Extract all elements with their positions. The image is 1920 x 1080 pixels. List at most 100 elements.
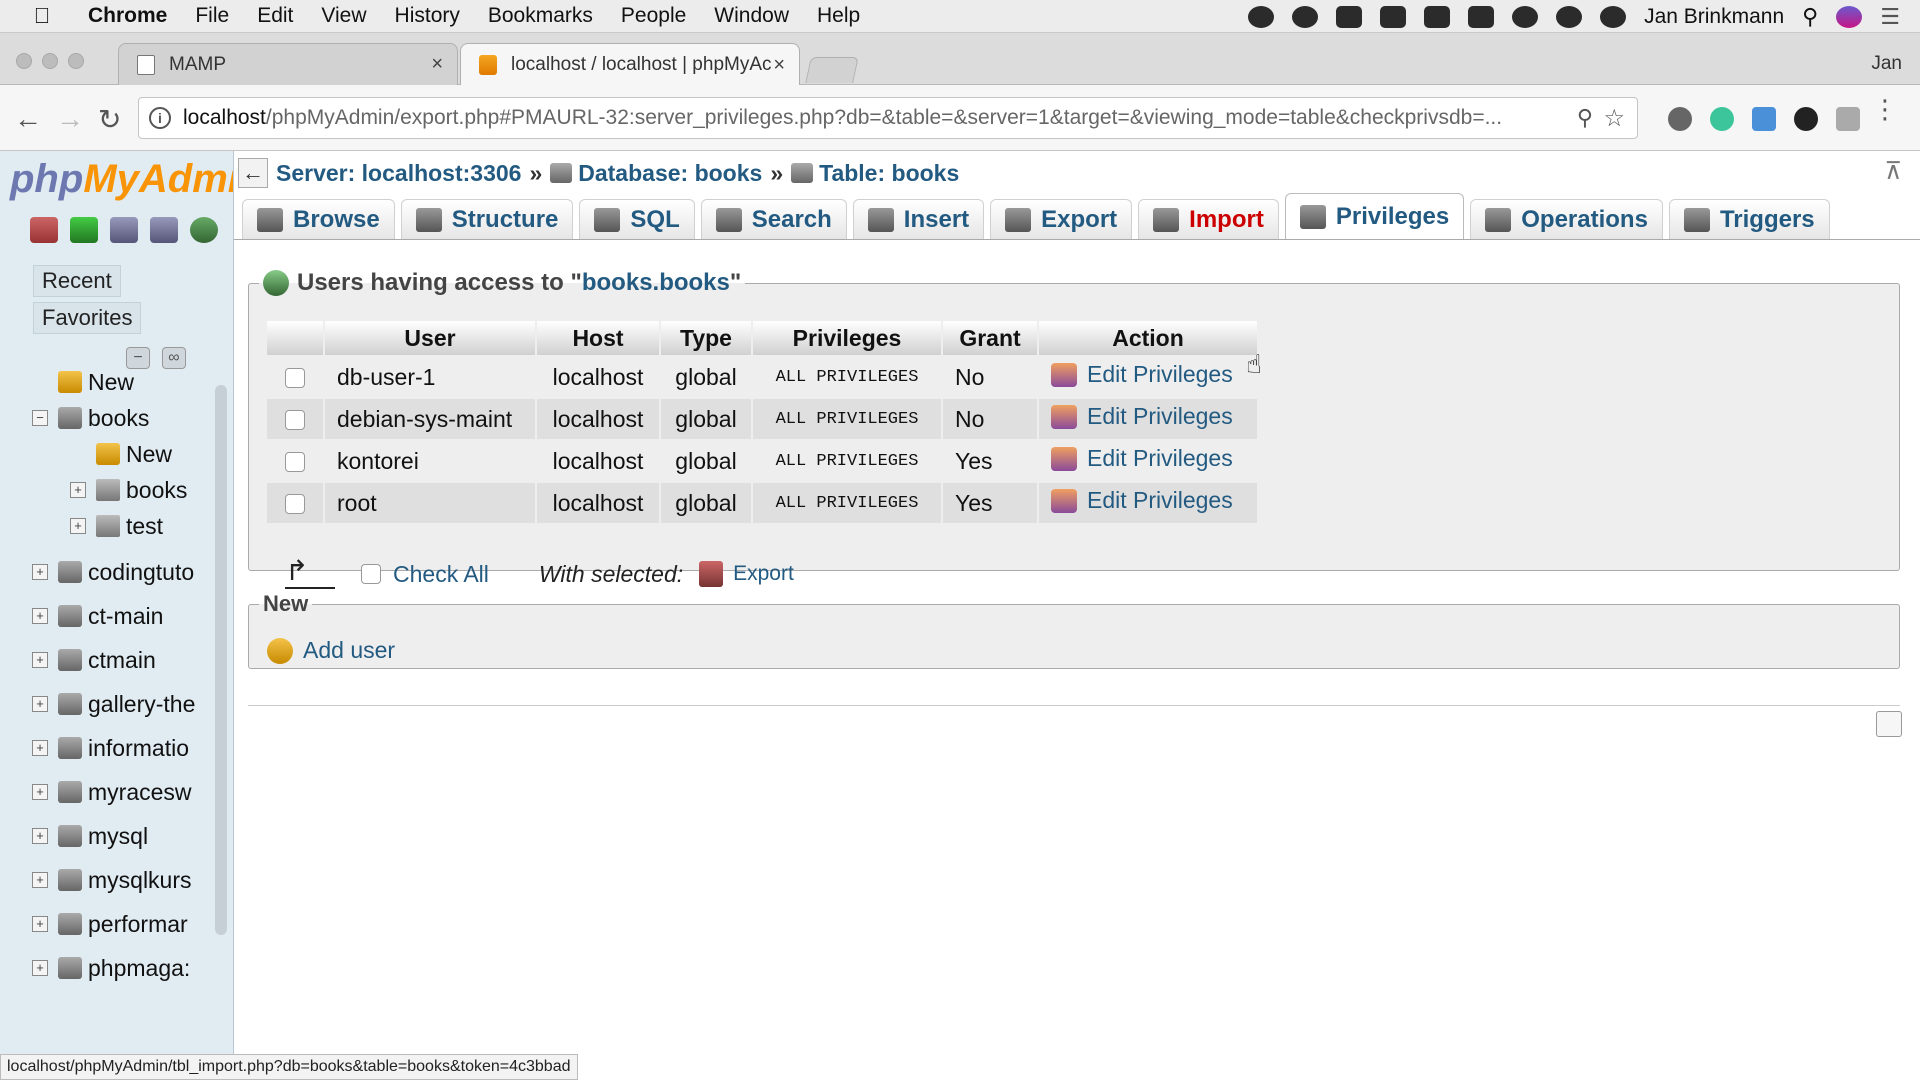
tab-privileges[interactable]: Privileges bbox=[1284, 193, 1465, 239]
sidebar-tree-item[interactable]: New bbox=[32, 365, 134, 399]
sidebar-tree-item[interactable]: New bbox=[70, 437, 172, 471]
expand-icon[interactable]: + bbox=[32, 608, 48, 624]
camera-icon[interactable] bbox=[1468, 5, 1495, 28]
extension-m-icon[interactable] bbox=[1710, 107, 1734, 131]
forward-icon[interactable]: → bbox=[56, 103, 84, 135]
url-text[interactable]: localhost/phpMyAdmin/export.php#PMAURL-3… bbox=[183, 106, 1593, 130]
site-info-icon[interactable]: i bbox=[149, 107, 171, 129]
console-toggle-icon[interactable] bbox=[1876, 711, 1902, 737]
menu-file[interactable]: File bbox=[181, 4, 243, 28]
tab-triggers[interactable]: Triggers bbox=[1668, 199, 1830, 239]
tab-import[interactable]: Import bbox=[1138, 199, 1279, 239]
add-user-link[interactable]: Add user bbox=[267, 637, 395, 664]
browser-tab-mamp[interactable]: MAMP × bbox=[118, 43, 458, 85]
menu-window[interactable]: Window bbox=[700, 4, 803, 28]
menu-help[interactable]: Help bbox=[803, 4, 874, 28]
breadcrumb-database[interactable]: Database: books bbox=[578, 160, 762, 187]
expand-icon[interactable]: + bbox=[32, 740, 48, 756]
edit-privileges-link[interactable]: Edit Privileges bbox=[1051, 487, 1233, 514]
check-all-checkbox[interactable] bbox=[361, 564, 381, 584]
leaf-icon[interactable] bbox=[1512, 5, 1539, 28]
menu-history[interactable]: History bbox=[381, 4, 474, 28]
bookmark-star-icon[interactable]: ☆ bbox=[1603, 104, 1625, 133]
row-checkbox[interactable] bbox=[285, 368, 305, 389]
creative-cloud-icon[interactable] bbox=[1248, 5, 1275, 28]
collapse-icon[interactable]: − bbox=[32, 410, 48, 426]
time-machine-icon[interactable] bbox=[1600, 5, 1627, 28]
expand-icon[interactable]: + bbox=[32, 872, 48, 888]
column-header-host[interactable]: Host bbox=[537, 321, 659, 355]
favorites-button[interactable]: Favorites bbox=[33, 302, 142, 334]
column-header-user[interactable]: User bbox=[325, 321, 535, 355]
sidebar-tree-item[interactable]: + phpmaga: bbox=[32, 951, 190, 985]
chat-icon[interactable] bbox=[1556, 5, 1583, 28]
help-icon[interactable] bbox=[110, 217, 138, 243]
menu-view[interactable]: View bbox=[307, 4, 380, 28]
menu-edit[interactable]: Edit bbox=[243, 4, 307, 28]
expand-icon[interactable]: + bbox=[32, 828, 48, 844]
tab-search[interactable]: Search bbox=[700, 199, 847, 239]
tab-operations[interactable]: Operations bbox=[1470, 199, 1663, 239]
tab-sql[interactable]: SQL bbox=[579, 199, 695, 239]
link-with-main-icon[interactable]: ∞ bbox=[162, 347, 186, 369]
sidebar-tree-item[interactable]: + ctmain bbox=[32, 643, 156, 677]
edit-privileges-link[interactable]: Edit Privileges bbox=[1051, 361, 1233, 388]
window-minimize-icon[interactable] bbox=[42, 53, 58, 69]
column-header-privileges[interactable]: Privileges bbox=[753, 321, 941, 355]
extension-feather-icon[interactable] bbox=[1794, 107, 1818, 131]
profile-name[interactable]: Jan bbox=[1871, 53, 1902, 75]
sidebar-tree-item[interactable]: + informatio bbox=[32, 731, 189, 765]
dropbox-icon[interactable] bbox=[1336, 5, 1363, 28]
sidebar-tree-item[interactable]: + ct-main bbox=[32, 599, 163, 633]
back-icon[interactable]: ← bbox=[14, 103, 42, 135]
expand-icon[interactable]: + bbox=[32, 652, 48, 668]
tab-structure[interactable]: Structure bbox=[400, 199, 574, 239]
sidebar-scrollbar[interactable] bbox=[215, 385, 227, 935]
reload-navigation-icon[interactable] bbox=[190, 217, 218, 243]
sidebar-tree-item[interactable]: + codingtuto bbox=[32, 555, 194, 589]
toggle-navigation-icon[interactable]: ← bbox=[238, 158, 268, 188]
sidebar-tree-item[interactable]: + mysql bbox=[32, 819, 148, 853]
window-close-icon[interactable] bbox=[16, 53, 32, 69]
export-icon[interactable] bbox=[699, 561, 724, 587]
address-bar[interactable]: i localhost/phpMyAdmin/export.php#PMAURL… bbox=[138, 97, 1638, 139]
menu-people[interactable]: People bbox=[607, 4, 700, 28]
expand-icon[interactable]: + bbox=[32, 960, 48, 976]
edit-privileges-link[interactable]: Edit Privileges bbox=[1051, 445, 1233, 472]
tab-insert[interactable]: Insert bbox=[852, 199, 985, 239]
tab-export[interactable]: Export bbox=[990, 199, 1133, 239]
column-header-grant[interactable]: Grant bbox=[943, 321, 1037, 355]
extension-code-icon[interactable] bbox=[1836, 107, 1860, 131]
documentation-icon[interactable] bbox=[150, 217, 178, 243]
expand-icon[interactable]: + bbox=[32, 564, 48, 580]
mac-user-name[interactable]: Jan Brinkmann bbox=[1644, 5, 1784, 29]
expand-icon[interactable]: + bbox=[32, 696, 48, 712]
home-icon[interactable] bbox=[30, 217, 58, 243]
window-zoom-icon[interactable] bbox=[68, 53, 84, 69]
scroll-to-top-icon[interactable]: ⊼ bbox=[1884, 157, 1902, 186]
legend-db-link[interactable]: books.books bbox=[582, 269, 730, 297]
sidebar-tree-item[interactable]: + gallery-the bbox=[32, 687, 195, 721]
tab-browse[interactable]: Browse bbox=[242, 199, 395, 239]
reload-icon[interactable]: ↻ bbox=[98, 103, 121, 136]
plus-cross-icon[interactable] bbox=[1424, 5, 1451, 28]
chrome-menu-icon[interactable]: ⋮ bbox=[1872, 96, 1898, 122]
extension-password-icon[interactable] bbox=[1668, 107, 1692, 131]
extension-reader-icon[interactable] bbox=[1752, 107, 1776, 131]
expand-icon[interactable]: + bbox=[70, 482, 86, 498]
phpmyadmin-logo[interactable]: phpMyAdmi bbox=[10, 157, 233, 202]
export-selected-button[interactable]: Export bbox=[733, 562, 794, 586]
tab-close-icon[interactable]: × bbox=[773, 54, 785, 77]
expand-icon[interactable]: + bbox=[70, 518, 86, 534]
edit-privileges-link[interactable]: Edit Privileges bbox=[1051, 403, 1233, 430]
zoom-icon[interactable]: ⚲ bbox=[1577, 105, 1593, 131]
menu-app-chrome[interactable]: Chrome bbox=[74, 4, 181, 28]
sidebar-tree-item[interactable]: − books bbox=[32, 401, 149, 435]
password-manager-icon[interactable] bbox=[1292, 5, 1319, 28]
sidebar-tree-item[interactable]: + test bbox=[70, 509, 163, 543]
browser-tab-phpmyadmin[interactable]: localhost / localhost | phpMyAc × bbox=[460, 43, 800, 86]
recent-button[interactable]: Recent bbox=[33, 265, 121, 297]
sidebar-tree-item[interactable]: + books bbox=[70, 473, 187, 507]
check-all-link[interactable]: Check All bbox=[393, 561, 489, 588]
row-checkbox[interactable] bbox=[285, 452, 305, 473]
